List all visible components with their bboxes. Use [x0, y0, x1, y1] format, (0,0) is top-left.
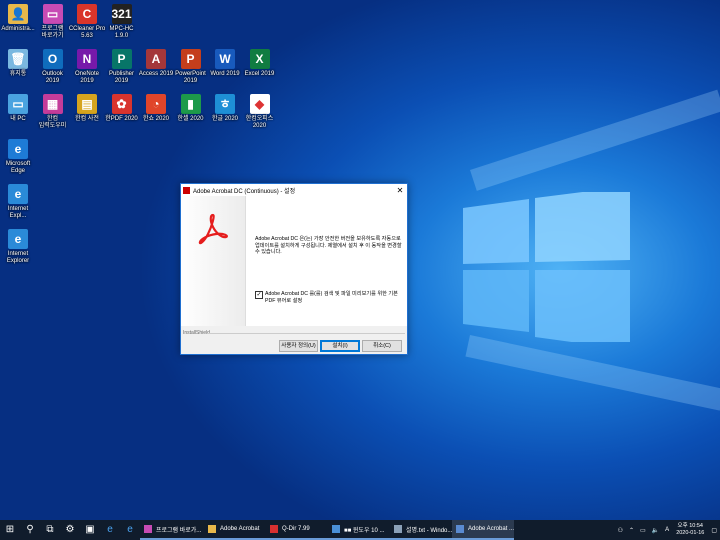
- desktop-icon-label: Excel 2019: [244, 71, 275, 77]
- notification-icon[interactable]: ▢: [711, 527, 717, 534]
- taskbar-tasks: 프로그램 바로가... Adobe Acrobat Q-Dir 7.99 ■■ 윈도우…: [140, 520, 514, 540]
- outlook-icon: O: [42, 49, 63, 69]
- desktop-icon[interactable]: 321 MPC-HC 1.9.0: [102, 4, 142, 40]
- volume-icon[interactable]: 🔈: [652, 527, 659, 534]
- install-button[interactable]: 설치(I): [320, 340, 360, 352]
- desktop-icon-label: Microsoft Edge: [5, 161, 31, 174]
- taskbar-task-label: Q-Dir 7.99: [282, 526, 310, 532]
- taskbar-task[interactable]: Adobe Acrobat ...: [452, 520, 514, 540]
- desktop-icon[interactable]: e Internet Expl...: [0, 184, 38, 220]
- dialog-message: Adobe Acrobat DC 은(는) 가장 안전한 버전을 보유하도록 자…: [255, 236, 402, 256]
- edge-icon[interactable]: e: [100, 520, 120, 540]
- taskbar-task[interactable]: Q-Dir 7.99: [266, 520, 328, 540]
- excel-icon: X: [249, 49, 270, 69]
- hancom-dict-icon: ▤: [77, 94, 97, 114]
- dialog-banner: [181, 196, 246, 326]
- hanshow-icon: ◔: [146, 94, 166, 114]
- network-icon[interactable]: ▭: [640, 527, 646, 534]
- desktop: 👤 Administra... ▭ 프로그램 바로가기 C CCleaner Pro 5.…: [0, 0, 720, 520]
- hancom-input-icon: ▦: [42, 94, 63, 114]
- app-icon: [208, 525, 216, 533]
- desktop-icon-label: MPC-HC 1.9.0: [109, 26, 134, 39]
- language-icon[interactable]: A: [665, 527, 669, 533]
- clock[interactable]: 오후 10:54 2020-01-16: [676, 523, 704, 537]
- desktop-icon[interactable]: e Internet Explorer: [0, 229, 38, 265]
- mpc-hc-icon: 321: [111, 4, 132, 24]
- footer-divider: [207, 333, 405, 334]
- publisher-icon: P: [111, 49, 132, 69]
- light-beam: [470, 89, 720, 191]
- desktop-icon-label: 한컴오피스 2020: [245, 116, 274, 129]
- desktop-icon[interactable]: X Excel 2019: [240, 49, 280, 78]
- taskbar: ⊞ ⚲ ⧉ ⚙ ▣ e e 프로그램 바로가... Adobe Acrobat Q-…: [0, 520, 720, 540]
- app-icon: [270, 525, 278, 533]
- this-pc-icon: ▭: [8, 94, 28, 114]
- dialog-body: Adobe Acrobat DC 은(는) 가장 안전한 버전을 보유하도록 자…: [181, 196, 407, 326]
- edge-icon: e: [8, 139, 28, 159]
- start-icon[interactable]: ⊞: [0, 520, 20, 540]
- desktop-icon-label: Internet Explorer: [6, 251, 30, 264]
- default-viewer-label: Adobe Acrobat DC 를(를) 검색 및 파일 미리보기를 위한 기…: [265, 291, 398, 304]
- taskbar-task[interactable]: Adobe Acrobat: [204, 520, 266, 540]
- onenote-icon: N: [77, 49, 97, 69]
- internet-explorer-icon[interactable]: e: [120, 520, 140, 540]
- dialog-titlebar[interactable]: Adobe Acrobat DC (Continuous) - 설정 ✕: [181, 184, 407, 196]
- app-icon: [456, 525, 464, 533]
- custom-button[interactable]: 사용자 정의(U): [279, 340, 318, 352]
- taskbar-task-label: ■■ 윈도우 10 ...: [344, 527, 385, 534]
- default-viewer-option[interactable]: ✓ Adobe Acrobat DC 를(를) 검색 및 파일 미리보기를 위한…: [255, 291, 403, 304]
- chevron-up-icon[interactable]: ⌃: [629, 527, 634, 534]
- app-icon: [144, 525, 152, 533]
- hancell-icon: ▮: [180, 94, 201, 114]
- close-icon[interactable]: ✕: [393, 186, 407, 195]
- taskbar-task[interactable]: ■■ 윈도우 10 ...: [328, 520, 390, 540]
- taskbar-task-label: 설명.txt - Windo...: [406, 527, 452, 534]
- system-tray: ⚇ ⌃ ▭ 🔈 A 오후 10:54 2020-01-16 ▢: [615, 523, 720, 537]
- desktop-icon-label: Internet Expl...: [7, 206, 29, 219]
- recycle-bin-icon: 🗑: [8, 49, 28, 69]
- person-icon[interactable]: ⚇: [618, 527, 623, 534]
- internet-explorer-icon: e: [8, 184, 28, 204]
- cancel-button[interactable]: 취소(C): [362, 340, 402, 352]
- desktop-icon[interactable]: ◆ 한컴오피스 2020: [240, 94, 280, 130]
- hancom-office-icon: ◆: [249, 94, 270, 114]
- acrobat-icon: [183, 186, 190, 194]
- powerpoint-icon: P: [180, 49, 201, 69]
- light-beam: [465, 335, 720, 411]
- clock-time: 오후 10:54: [677, 523, 703, 529]
- default-viewer-checkbox[interactable]: ✓: [255, 291, 263, 299]
- windows-logo: [463, 192, 630, 342]
- dialog-title: Adobe Acrobat DC (Continuous) - 설정: [193, 188, 296, 195]
- app-icon: [394, 525, 402, 533]
- installer-dialog: Adobe Acrobat DC (Continuous) - 설정 ✕ Ado…: [180, 183, 408, 355]
- installshield-label: InstallShield: [183, 330, 210, 336]
- acrobat-logo-icon: [198, 213, 228, 245]
- user-folder-icon: 👤: [8, 4, 28, 24]
- clock-date: 2020-01-16: [676, 530, 705, 536]
- app-icon: [332, 525, 340, 533]
- taskbar-task-label: 프로그램 바로가...: [156, 527, 202, 534]
- hanpdf-icon: ✿: [111, 94, 132, 114]
- taskbar-task[interactable]: 프로그램 바로가...: [140, 520, 204, 540]
- task-view-icon[interactable]: ⧉: [40, 520, 60, 540]
- desktop-icon[interactable]: e Microsoft Edge: [0, 139, 38, 175]
- internet-explorer-icon: e: [8, 229, 28, 249]
- taskbar-task-label: Adobe Acrobat: [220, 526, 260, 532]
- word-icon: W: [215, 49, 235, 69]
- taskbar-task[interactable]: 설명.txt - Windo...: [390, 520, 452, 540]
- access-icon: A: [146, 49, 166, 69]
- settings-icon[interactable]: ⚙: [60, 520, 80, 540]
- hangul-icon: ㅎ: [215, 94, 235, 114]
- tv-shortcut-icon: ▭: [42, 4, 63, 24]
- taskbar-task-label: Adobe Acrobat ...: [468, 526, 514, 532]
- store-icon[interactable]: ▣: [80, 520, 100, 540]
- search-icon[interactable]: ⚲: [20, 520, 40, 540]
- ccleaner-icon: C: [77, 4, 97, 24]
